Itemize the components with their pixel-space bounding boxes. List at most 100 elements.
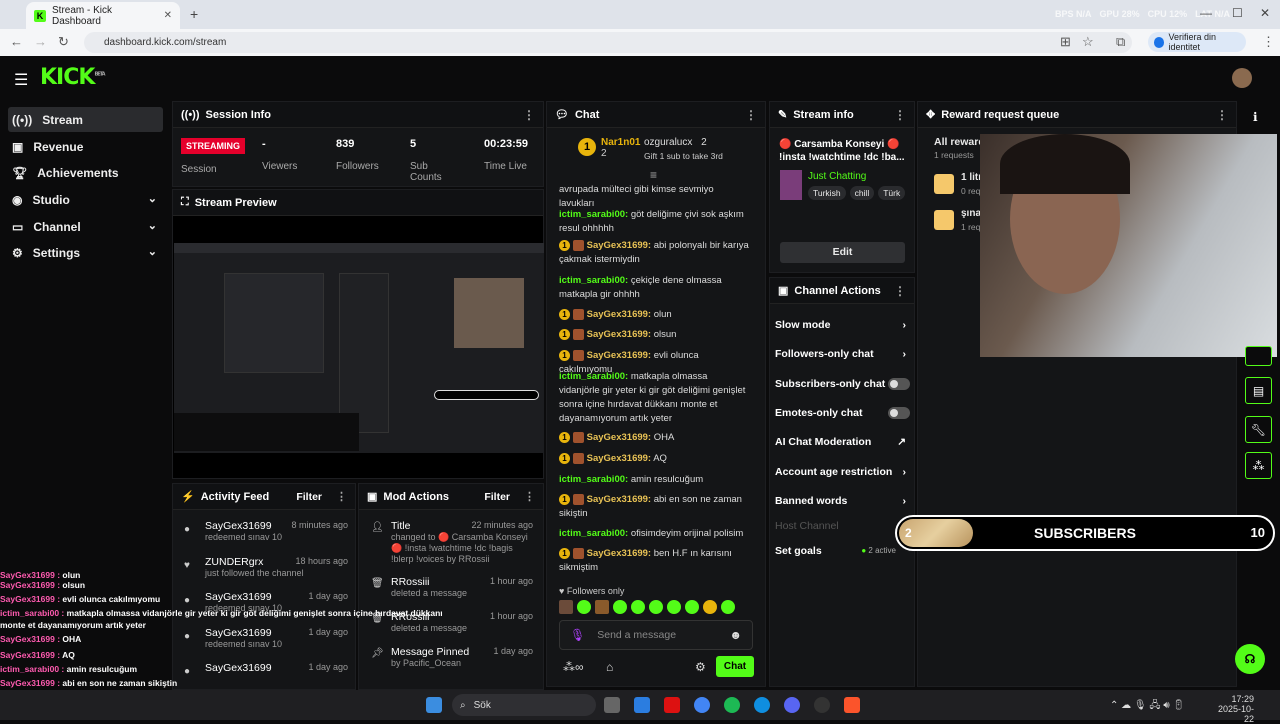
chat-tools-icon[interactable]: ⁂∞ <box>563 660 584 674</box>
reward-item[interactable]: şına <box>961 208 981 219</box>
connections-icon[interactable]: ⁂ <box>1245 452 1272 479</box>
chat-username[interactable]: SayGex31699: <box>587 494 651 505</box>
chat-username[interactable]: SayGex31699: <box>587 309 651 320</box>
chat-username[interactable]: ictim_sarabi00: <box>559 275 628 286</box>
chat-username[interactable]: SayGex31699: <box>587 432 651 443</box>
chat-username[interactable]: SayGex31699: <box>587 453 651 464</box>
chat-username[interactable]: SayGex31699: <box>587 350 651 361</box>
chat-settings-icon[interactable]: ⚙ <box>695 660 706 674</box>
banned-words-action[interactable]: Banned words › <box>775 495 910 507</box>
filter-button[interactable]: Filter <box>296 491 322 503</box>
sidebar-item-achievements[interactable]: 🏆︎ Achievements <box>8 160 163 185</box>
chrome-icon[interactable] <box>694 697 710 713</box>
maximize-icon[interactable]: ☐ <box>1232 6 1243 20</box>
more-options-icon[interactable]: ⋮ <box>336 490 347 503</box>
preview-video[interactable] <box>174 243 544 453</box>
discord-icon[interactable] <box>784 697 800 713</box>
windows-start-icon[interactable] <box>426 697 442 713</box>
more-options-icon[interactable]: ⋮ <box>745 108 757 122</box>
account-age-action[interactable]: Account age restriction › <box>775 466 910 478</box>
user-avatar[interactable] <box>1232 68 1252 88</box>
chat-username[interactable]: SayGex31699: <box>587 548 651 559</box>
top-gifter-2[interactable]: ozguralucx 2 <box>644 137 707 148</box>
emoji-icon[interactable]: ☻ <box>729 628 742 642</box>
gift-prompt[interactable]: Gift 1 sub to take 3rd <box>644 151 723 161</box>
category-label[interactable]: Just Chatting <box>808 171 866 182</box>
edge-icon[interactable] <box>754 697 770 713</box>
send-chat-button[interactable]: Chat <box>716 656 754 677</box>
emote-bar[interactable] <box>559 600 754 614</box>
forward-icon[interactable]: → <box>34 34 47 49</box>
more-options-icon[interactable]: ⋮ <box>523 108 535 122</box>
reload-icon[interactable]: ↻ <box>58 34 69 50</box>
top-gifter-1[interactable]: Nar1n01 2 <box>601 137 640 159</box>
chat-username[interactable]: ictim_sarabi00: <box>559 209 628 220</box>
panel-title: Reward request queue <box>941 108 1060 121</box>
slow-mode-action[interactable]: Slow mode › <box>775 319 910 331</box>
netflix-icon[interactable] <box>664 697 680 713</box>
more-options-icon[interactable]: ⋮ <box>894 284 906 298</box>
close-tab-icon[interactable]: ✕ <box>164 10 172 21</box>
sidebar-item-channel[interactable]: ▭ Channel ⌄ <box>8 214 163 239</box>
more-options-icon[interactable]: ⋮ <box>894 108 906 122</box>
sub-badge-icon: 1 <box>559 547 570 559</box>
reward-item[interactable]: 1 litr <box>961 172 982 183</box>
chat-username[interactable]: SayGex31699: <box>587 329 651 340</box>
minimize-icon[interactable]: — <box>1200 6 1212 20</box>
store-app-icon[interactable] <box>634 697 650 713</box>
store-icon[interactable]: ⌂ <box>606 660 613 674</box>
tag[interactable]: Türk <box>878 186 906 200</box>
sidebar-item-stream[interactable]: ((•)) Stream <box>8 107 163 132</box>
browser-tab[interactable]: K Stream - Kick Dashboard ✕ <box>26 2 180 29</box>
bookmark-star-icon[interactable]: ☆ <box>1082 34 1094 50</box>
microphone-icon[interactable]: 🎙︎ <box>570 628 585 642</box>
sidebar-item-studio[interactable]: ◉ Studio ⌄ <box>8 187 163 212</box>
subscribers-only-toggle[interactable] <box>888 378 910 390</box>
filter-button[interactable]: Filter <box>484 491 510 503</box>
pin-icon: 📌︎ <box>371 648 384 659</box>
taskbar-search[interactable]: ⌕ Sök <box>452 694 596 716</box>
kick-header <box>0 56 1280 100</box>
chevron-down-icon: ⌄ <box>147 246 157 258</box>
back-icon[interactable]: ← <box>10 34 23 49</box>
layout-icon[interactable]: ▤ <box>1245 377 1272 404</box>
extensions-icon[interactable]: ⧉ <box>1116 34 1125 50</box>
hamburger-menu-icon[interactable]: ☰ <box>14 70 28 90</box>
more-options-icon[interactable]: ⋮ <box>1216 108 1228 122</box>
tray-icons[interactable]: ⌃ ☁ 🎙︎ 🖧 🔊︎ 🔋︎ <box>1110 698 1185 715</box>
wrench-icon[interactable]: 🔧︎ <box>1245 416 1272 443</box>
verify-identity-button[interactable]: Verifiera din identitet <box>1148 32 1246 52</box>
edit-stream-button[interactable]: Edit <box>780 242 905 263</box>
set-goals-action[interactable]: Set goals ● 2 active <box>775 545 910 557</box>
spotify-icon[interactable] <box>724 697 740 713</box>
translate-icon[interactable]: ⊞ <box>1060 34 1071 50</box>
support-chat-icon[interactable]: ☊ <box>1235 644 1265 674</box>
subscribers-only-action[interactable]: Subscribers-only chat <box>775 378 910 390</box>
task-view-icon[interactable] <box>604 697 620 713</box>
avatar-badge-icon <box>572 349 584 361</box>
chat-username[interactable]: ictim_sarabi00: <box>559 474 628 485</box>
rail-button[interactable] <box>1245 346 1272 366</box>
emotes-only-action[interactable]: Emotes-only chat <box>775 407 910 419</box>
url-field[interactable]: dashboard.kick.com/stream <box>84 32 1132 53</box>
kick-logo[interactable]: KICKBETA <box>40 65 106 90</box>
new-tab-icon[interactable]: + <box>190 6 198 22</box>
more-options-icon[interactable]: ⋮ <box>524 490 535 503</box>
tag[interactable]: chill <box>849 186 875 200</box>
ai-moderation-action[interactable]: AI Chat Moderation ↗ <box>775 436 910 448</box>
info-icon[interactable]: ℹ <box>1253 110 1258 124</box>
followers-only-action[interactable]: Followers-only chat › <box>775 348 910 360</box>
chat-username[interactable]: SayGex31699: <box>587 240 651 251</box>
browser-menu-icon[interactable]: ⋮ <box>1262 34 1275 50</box>
chat-username[interactable]: ictim_sarabi00: <box>559 371 628 382</box>
sidebar-item-settings[interactable]: ⚙ Settings ⌄ <box>8 240 163 265</box>
sidebar-item-revenue[interactable]: ▣ Revenue <box>8 134 163 159</box>
tag[interactable]: Turkish <box>808 186 846 200</box>
chat-input[interactable]: 🎙︎ Send a message ☻ <box>559 620 753 650</box>
obs-icon[interactable] <box>814 697 830 713</box>
pinned-toggle-icon[interactable]: ≡ <box>650 168 657 182</box>
emotes-only-toggle[interactable] <box>888 407 910 419</box>
close-window-icon[interactable]: ✕ <box>1260 6 1270 20</box>
brave-icon[interactable] <box>844 697 860 713</box>
chat-username[interactable]: ictim_sarabi00: <box>559 528 628 539</box>
